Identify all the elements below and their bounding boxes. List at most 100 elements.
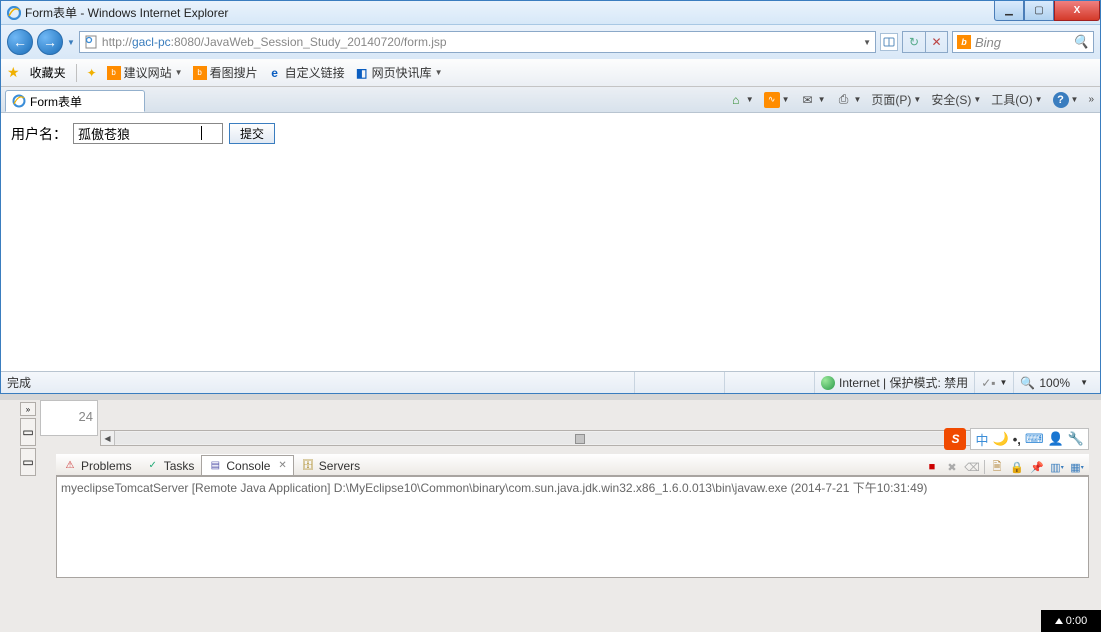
console-text: myeclipseTomcatServer [Remote Java Appli… xyxy=(61,481,927,495)
status-zone: Internet | 保护模式: 禁用 xyxy=(839,374,968,391)
window-titlebar: Form表单 - Windows Internet Explorer ▁ ▢ X xyxy=(1,1,1100,25)
help-button[interactable]: ?▼ xyxy=(1053,92,1079,108)
ie-browser-window: Form表单 - Windows Internet Explorer ▁ ▢ X… xyxy=(0,0,1101,394)
bottom-view-tabs: ⚠ Problems ✓ Tasks ▤ Console ✕ 🗄 Servers… xyxy=(56,454,1089,476)
toolbar-overflow-icon[interactable]: » xyxy=(1088,94,1094,105)
trim-button-1[interactable]: ▭ xyxy=(20,418,36,446)
ime-toolbar: S 中 🌙 •, ⌨ 👤 🔧 xyxy=(944,428,1089,450)
address-dropdown-icon[interactable]: ▼ xyxy=(863,38,871,47)
terminate-button[interactable]: ■ xyxy=(924,459,940,475)
console-output: myeclipseTomcatServer [Remote Java Appli… xyxy=(56,476,1089,578)
bing-icon: b xyxy=(957,35,971,49)
pin-console-button[interactable]: 📌 xyxy=(1029,459,1045,475)
protected-mode-toggle[interactable]: ✓▪▼ xyxy=(974,372,1013,393)
scroll-lock-button[interactable]: 🔒 xyxy=(1009,459,1025,475)
stop-button[interactable]: ✕ xyxy=(925,32,947,52)
add-favorite-icon[interactable]: ✦ xyxy=(87,66,97,80)
text-cursor-icon xyxy=(201,126,202,140)
print-button[interactable]: ⎙▼ xyxy=(836,92,862,108)
search-button-icon[interactable]: 🔍 xyxy=(1073,34,1089,50)
window-minimize-button[interactable]: ▁ xyxy=(994,1,1024,21)
problems-icon: ⚠ xyxy=(63,459,77,473)
bing-small-icon: b xyxy=(193,66,207,80)
fav-web-slices[interactable]: ◧ 网页快讯库▼ xyxy=(355,64,443,81)
servers-icon: 🗄 xyxy=(301,459,315,473)
open-console-button[interactable]: ▦▾ xyxy=(1069,459,1085,475)
search-placeholder: Bing xyxy=(975,35,1001,50)
tab-servers[interactable]: 🗄 Servers xyxy=(294,455,367,475)
zoom-control[interactable]: 🔍100%▼ xyxy=(1013,372,1094,393)
window-close-button[interactable]: X xyxy=(1054,1,1100,21)
bing-small-icon: b xyxy=(107,66,121,80)
active-tab[interactable]: Form表单 xyxy=(5,90,145,112)
status-bar: 完成 Internet | 保护模式: 禁用 ✓▪▼ 🔍100%▼ xyxy=(1,371,1100,393)
address-bar[interactable]: http://gacl-pc:8080/JavaWeb_Session_Stud… xyxy=(79,31,876,53)
ime-punct-icon[interactable]: •, xyxy=(1013,432,1021,447)
address-url: http://gacl-pc:8080/JavaWeb_Session_Stud… xyxy=(102,35,859,49)
username-label: 用户名： xyxy=(11,124,67,144)
feeds-button[interactable]: ∿▼ xyxy=(764,92,790,108)
compat-view-button[interactable] xyxy=(880,33,898,51)
taskbar-clock[interactable]: 0:00 xyxy=(1041,610,1101,632)
trim-button-2[interactable]: ▭ xyxy=(20,448,36,476)
window-maximize-button[interactable]: ▢ xyxy=(1024,1,1054,21)
taskbar-up-icon xyxy=(1055,618,1063,624)
display-console-button[interactable]: ▥▾ xyxy=(1049,459,1065,475)
ime-keyboard-icon[interactable]: ⌨ xyxy=(1025,431,1044,447)
remove-all-button[interactable]: ⌫ xyxy=(964,459,980,475)
favorites-bar: ★ 收藏夹 ✦ b 建议网站▼ b 看图搜片 e 自定义链接 ◧ 网页快讯库▼ xyxy=(1,59,1100,87)
page-icon xyxy=(84,35,98,49)
ime-user-icon[interactable]: 👤 xyxy=(1048,431,1064,447)
editor-h-scrollbar[interactable]: ◀ ▶ xyxy=(100,430,1060,446)
tab-tasks[interactable]: ✓ Tasks xyxy=(139,455,202,475)
eclipse-ide-panel: » ▭ ▭ 24 ◀ ▶ S 中 🌙 •, ⌨ 👤 🔧 ⚠ Problems ✓… xyxy=(0,400,1101,632)
window-title: Form表单 - Windows Internet Explorer xyxy=(25,4,994,21)
fav-custom-links[interactable]: e 自定义链接 xyxy=(268,64,345,81)
tools-menu[interactable]: 工具(O)▼ xyxy=(991,91,1042,108)
sogou-ime-icon[interactable]: S xyxy=(944,428,966,450)
tasks-icon: ✓ xyxy=(146,459,160,473)
feed-small-icon: ◧ xyxy=(355,66,369,80)
tab-problems[interactable]: ⚠ Problems xyxy=(56,455,139,475)
line-number: 24 xyxy=(79,409,93,424)
back-button[interactable]: ← xyxy=(7,29,33,55)
read-mail-button[interactable]: ✉▼ xyxy=(800,92,826,108)
ime-tool-icon[interactable]: 🔧 xyxy=(1068,431,1084,447)
ime-lang-button[interactable]: 中 xyxy=(975,430,988,449)
history-dropdown-icon[interactable]: ▼ xyxy=(67,38,75,47)
fav-image-search[interactable]: b 看图搜片 xyxy=(193,64,258,81)
console-icon: ▤ xyxy=(208,459,222,473)
username-form: 用户名： 提交 xyxy=(11,123,1090,144)
clear-console-button[interactable]: 🗎 xyxy=(989,459,1005,475)
safety-menu[interactable]: 安全(S)▼ xyxy=(931,91,981,108)
refresh-button[interactable]: ↻ xyxy=(903,32,925,52)
search-box[interactable]: b Bing 🔍 xyxy=(952,31,1094,53)
scroll-left-icon[interactable]: ◀ xyxy=(101,431,115,445)
navigation-bar: ← → ▼ http://gacl-pc:8080/JavaWeb_Sessio… xyxy=(1,25,1100,59)
ie-tab-icon xyxy=(12,94,26,108)
clock-time: 0:00 xyxy=(1066,615,1087,627)
console-toolbar: ■ ✖ ⌫ 🗎 🔒 📌 ▥▾ ▦▾ xyxy=(924,459,1089,475)
submit-button[interactable]: 提交 xyxy=(229,123,275,144)
tab-strip: Form表单 ⌂▼ ∿▼ ✉▼ ⎙▼ 页面(P)▼ 安全(S)▼ 工具(O)▼ … xyxy=(1,87,1100,113)
internet-zone-icon xyxy=(821,376,835,390)
fav-suggested-sites[interactable]: b 建议网站▼ xyxy=(107,64,183,81)
tab-label: Form表单 xyxy=(30,93,82,110)
tab-console[interactable]: ▤ Console ✕ xyxy=(201,455,293,475)
refresh-stop-box: ↻ ✕ xyxy=(902,31,948,53)
forward-button[interactable]: → xyxy=(37,29,63,55)
status-done: 完成 xyxy=(7,374,31,391)
ie-logo-icon xyxy=(7,6,21,20)
separator xyxy=(76,64,77,82)
ime-moon-icon[interactable]: 🌙 xyxy=(993,431,1009,447)
trim-arrow-button[interactable]: » xyxy=(20,402,36,416)
page-content: 用户名： 提交 xyxy=(1,113,1100,373)
editor-gutter: 24 xyxy=(40,400,98,436)
favorites-label[interactable]: 收藏夹 xyxy=(30,64,66,81)
page-menu[interactable]: 页面(P)▼ xyxy=(871,91,921,108)
favorites-star-icon[interactable]: ★ xyxy=(7,64,20,81)
home-button[interactable]: ⌂▼ xyxy=(728,92,754,108)
remove-launch-button[interactable]: ✖ xyxy=(944,459,960,475)
tab-close-icon[interactable]: ✕ xyxy=(278,460,286,471)
scrollbar-thumb[interactable] xyxy=(575,434,585,444)
